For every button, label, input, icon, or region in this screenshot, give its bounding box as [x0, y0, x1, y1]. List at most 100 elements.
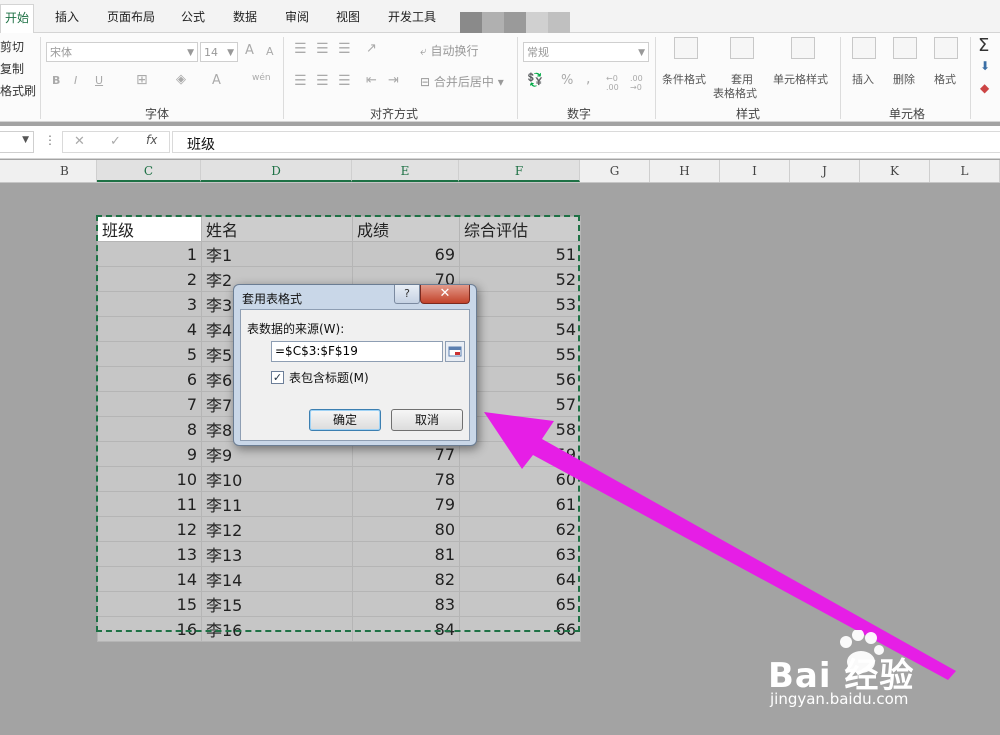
cell-score[interactable]: 69 [352, 241, 460, 267]
cell-class[interactable]: 6 [97, 366, 202, 392]
cell-class[interactable]: 4 [97, 316, 202, 342]
cell-name[interactable]: 李10 [201, 466, 353, 492]
ok-button[interactable]: 确定 [309, 409, 381, 431]
tab-data[interactable]: 数据 [233, 8, 257, 25]
more-icon[interactable]: ⋮ [44, 133, 56, 147]
cell-class[interactable]: 11 [97, 491, 202, 517]
align-center-icon[interactable]: ☰ [316, 73, 329, 89]
delete-cells-icon[interactable] [893, 37, 917, 59]
cell-styles-icon[interactable] [791, 37, 815, 59]
cell-evaluation[interactable]: 52 [459, 266, 581, 292]
border-icon[interactable]: ⊞ [136, 72, 148, 88]
grow-font-button[interactable]: A [245, 43, 254, 58]
italic-button[interactable]: I [74, 74, 77, 87]
help-button[interactable]: ? [394, 285, 420, 304]
name-box[interactable]: ▼ [0, 131, 34, 153]
cell-name[interactable]: 李15 [201, 591, 353, 617]
fill-color-icon[interactable]: ◈ [176, 72, 186, 87]
decrease-indent-icon[interactable]: ⇤ [366, 73, 377, 88]
tab-page-layout[interactable]: 页面布局 [107, 8, 155, 25]
cell-styles-button[interactable]: 单元格样式 [773, 71, 828, 87]
format-cells-button[interactable]: 格式 [934, 71, 956, 87]
cancel-button[interactable]: 取消 [391, 409, 463, 431]
header-cell-evaluation[interactable]: 综合评估 [459, 216, 581, 242]
underline-button[interactable]: U [95, 74, 103, 87]
table-format-button-line2[interactable]: 表格格式 [713, 85, 757, 101]
cell-score[interactable]: 81 [352, 541, 460, 567]
cell-name[interactable]: 李1 [201, 241, 353, 267]
close-button[interactable]: ✕ [420, 285, 470, 304]
shrink-font-button[interactable]: A [266, 45, 274, 58]
comma-button[interactable]: , [586, 71, 590, 87]
number-format-combo[interactable]: 常规 ▼ [523, 42, 649, 62]
cell-score[interactable]: 83 [352, 591, 460, 617]
cell-evaluation[interactable]: 53 [459, 291, 581, 317]
column-header-k[interactable]: K [860, 160, 930, 182]
cell-class[interactable]: 13 [97, 541, 202, 567]
header-cell-score[interactable]: 成绩 [352, 216, 460, 242]
cell-class[interactable]: 16 [97, 616, 202, 642]
enter-entry-icon[interactable]: ✓ [110, 134, 121, 149]
cell-class[interactable]: 3 [97, 291, 202, 317]
align-bottom-icon[interactable]: ☰ [338, 41, 351, 57]
column-header-f[interactable]: F [459, 160, 580, 182]
align-right-icon[interactable]: ☰ [338, 73, 351, 89]
phonetic-button[interactable]: wén [252, 73, 271, 83]
cell-class[interactable]: 10 [97, 466, 202, 492]
column-header-h[interactable]: H [650, 160, 720, 182]
font-size-combo[interactable]: 14 ▼ [200, 42, 238, 62]
column-header-j[interactable]: J [790, 160, 860, 182]
delete-cells-button[interactable]: 删除 [893, 71, 915, 87]
cell-class[interactable]: 12 [97, 516, 202, 542]
cell-class[interactable]: 7 [97, 391, 202, 417]
cell-score[interactable]: 79 [352, 491, 460, 517]
cancel-entry-icon[interactable]: ✕ [74, 134, 85, 149]
align-top-icon[interactable]: ☰ [294, 41, 307, 57]
column-header-g[interactable]: G [580, 160, 650, 182]
font-color-button[interactable]: A [212, 73, 221, 88]
column-header-e[interactable]: E [352, 160, 459, 182]
tab-insert[interactable]: 插入 [55, 8, 79, 25]
column-header-i[interactable]: I [720, 160, 790, 182]
conditional-format-button[interactable]: 条件格式 [662, 71, 706, 87]
has-headers-label[interactable]: 表包含标题(M) [289, 369, 369, 386]
tab-view[interactable]: 视图 [336, 8, 360, 25]
cell-class[interactable]: 8 [97, 416, 202, 442]
column-header-c[interactable]: C [97, 160, 201, 182]
cell-class[interactable]: 5 [97, 341, 202, 367]
header-cell-class[interactable]: 班级 [97, 216, 202, 242]
tab-formulas[interactable]: 公式 [181, 8, 205, 25]
wrap-text-button[interactable]: ⤶ 自动换行 [420, 42, 479, 59]
cell-class[interactable]: 2 [97, 266, 202, 292]
cell-name[interactable]: 李13 [201, 541, 353, 567]
tab-developer[interactable]: 开发工具 [388, 8, 436, 25]
cell-class[interactable]: 9 [97, 441, 202, 467]
table-format-icon[interactable] [730, 37, 754, 59]
decrease-decimal-button[interactable]: .00 →0 [630, 74, 650, 92]
cell-score[interactable]: 78 [352, 466, 460, 492]
cell-evaluation[interactable]: 56 [459, 366, 581, 392]
cell-score[interactable]: 82 [352, 566, 460, 592]
font-name-combo[interactable]: 宋体 ▼ [46, 42, 198, 62]
cell-evaluation[interactable]: 51 [459, 241, 581, 267]
cell-name[interactable]: 李12 [201, 516, 353, 542]
merge-center-button[interactable]: ⊟ 合并后居中 ▾ [420, 73, 504, 90]
cell-name[interactable]: 李11 [201, 491, 353, 517]
formula-input[interactable]: 班级 [172, 131, 1000, 153]
fill-icon[interactable]: ⬇ [980, 59, 990, 73]
cell-name[interactable]: 李14 [201, 566, 353, 592]
insert-function-button[interactable]: fx [146, 133, 157, 147]
tab-home[interactable]: 开始 [0, 4, 35, 34]
increase-indent-icon[interactable]: ⇥ [388, 73, 399, 88]
cell-class[interactable]: 14 [97, 566, 202, 592]
column-header-b[interactable]: B [0, 160, 97, 182]
percent-button[interactable]: % [561, 73, 573, 88]
orientation-icon[interactable]: ↗ [366, 41, 377, 56]
conditional-format-icon[interactable] [674, 37, 698, 59]
column-header-l[interactable]: L [930, 160, 1000, 182]
format-painter-button[interactable]: 格式刷 [0, 82, 36, 99]
cut-button[interactable]: 剪切 [0, 38, 24, 55]
cell-score[interactable]: 80 [352, 516, 460, 542]
bold-button[interactable]: B [52, 74, 60, 87]
range-picker-button[interactable] [445, 341, 465, 362]
